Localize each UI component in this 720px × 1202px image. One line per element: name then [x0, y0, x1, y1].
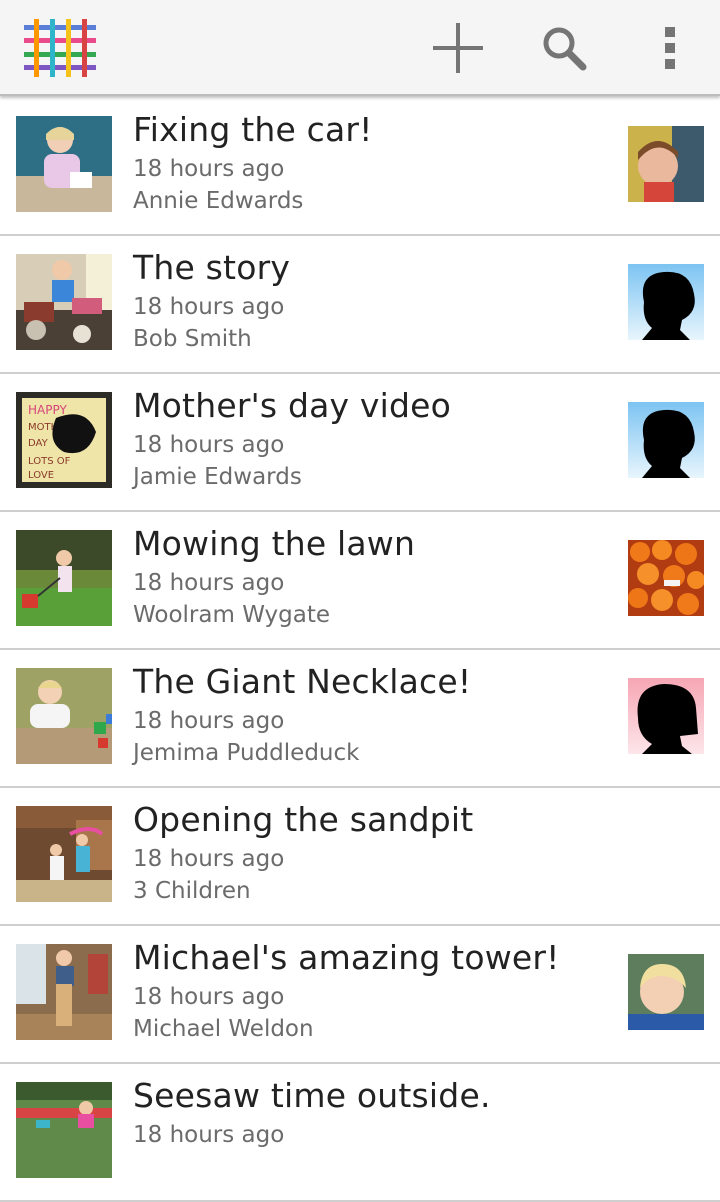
list-item[interactable]: Michael's amazing tower! 18 hours ago Mi… — [0, 926, 720, 1064]
avatar[interactable] — [628, 126, 704, 202]
story-list: Fixing the car! 18 hours ago Annie Edwar… — [0, 98, 720, 1202]
list-item[interactable]: Mowing the lawn 18 hours ago Woolram Wyg… — [0, 512, 720, 650]
story-title: Mowing the lawn — [133, 524, 416, 563]
story-time: 18 hours ago — [133, 432, 285, 458]
story-title: The story — [133, 248, 291, 287]
story-time: 18 hours ago — [133, 708, 285, 734]
app-bar — [0, 0, 720, 96]
story-title: Michael's amazing tower! — [133, 938, 560, 977]
story-thumbnail[interactable] — [16, 116, 112, 212]
story-title: Fixing the car! — [133, 110, 373, 149]
svg-text:HAPPY: HAPPY — [28, 403, 67, 417]
story-author: Annie Edwards — [133, 188, 304, 214]
story-author: 3 Children — [133, 878, 251, 904]
story-time: 18 hours ago — [133, 984, 285, 1010]
story-time: 18 hours ago — [133, 1122, 285, 1148]
story-time: 18 hours ago — [133, 294, 285, 320]
woven-grid-logo-icon[interactable] — [24, 19, 96, 77]
story-thumbnail[interactable] — [16, 530, 112, 626]
story-author: Woolram Wygate — [133, 602, 331, 628]
avatar[interactable] — [628, 678, 704, 754]
story-author: Bob Smith — [133, 326, 252, 352]
story-thumbnail[interactable] — [16, 1082, 112, 1178]
story-time: 18 hours ago — [133, 570, 285, 596]
story-time: 18 hours ago — [133, 156, 285, 182]
avatar[interactable] — [628, 954, 704, 1030]
add-button[interactable] — [428, 18, 488, 78]
avatar[interactable] — [628, 402, 704, 478]
svg-text:DAY: DAY — [28, 438, 49, 449]
list-item[interactable]: Fixing the car! 18 hours ago Annie Edwar… — [0, 98, 720, 236]
list-item[interactable]: The story 18 hours ago Bob Smith — [0, 236, 720, 374]
search-icon — [543, 27, 587, 71]
list-item[interactable]: Seesaw time outside. 18 hours ago — [0, 1064, 720, 1202]
svg-text:LOVE: LOVE — [28, 470, 54, 481]
plus-icon — [433, 23, 483, 73]
list-item[interactable]: The Giant Necklace! 18 hours ago Jemima … — [0, 650, 720, 788]
story-title: Mother's day video — [133, 386, 452, 425]
story-title: Seesaw time outside. — [133, 1076, 491, 1115]
overflow-menu-button[interactable] — [640, 18, 700, 78]
story-author: Jamie Edwards — [133, 464, 302, 490]
story-time: 18 hours ago — [133, 846, 285, 872]
story-title: The Giant Necklace! — [133, 662, 472, 701]
story-thumbnail[interactable]: HAPPY MOTHER DAY LOTS OF LOVE — [16, 392, 112, 488]
search-button[interactable] — [534, 18, 594, 78]
svg-text:LOTS OF: LOTS OF — [28, 456, 71, 467]
avatar[interactable] — [628, 540, 704, 616]
story-thumbnail[interactable] — [16, 254, 112, 350]
list-item[interactable]: HAPPY MOTHER DAY LOTS OF LOVE Mother's d… — [0, 374, 720, 512]
avatar[interactable] — [628, 264, 704, 340]
story-thumbnail[interactable] — [16, 944, 112, 1040]
story-author: Jemima Puddleduck — [133, 740, 360, 766]
overflow-menu-icon — [665, 27, 675, 69]
list-item[interactable]: Opening the sandpit 18 hours ago 3 Child… — [0, 788, 720, 926]
story-author: Michael Weldon — [133, 1016, 314, 1042]
story-title: Opening the sandpit — [133, 800, 474, 839]
story-thumbnail[interactable] — [16, 806, 112, 902]
story-thumbnail[interactable] — [16, 668, 112, 764]
